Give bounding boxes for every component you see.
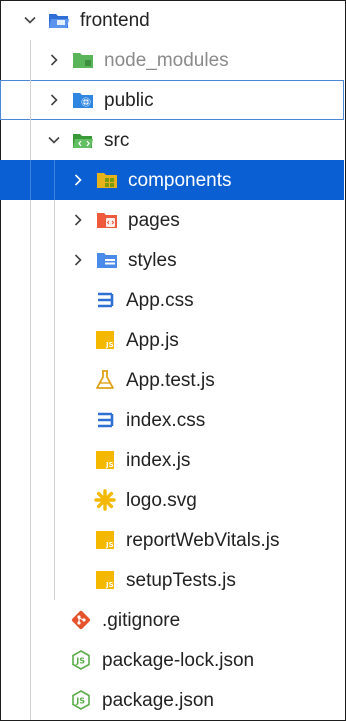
tree-item-app-test-js[interactable]: App.test.js (0, 360, 344, 400)
indent-guide (54, 160, 55, 200)
tree-item-label: components (128, 169, 232, 191)
chevron-right-icon[interactable] (70, 252, 86, 268)
tree-item-label: package-lock.json (102, 649, 255, 671)
indent-guide (30, 600, 31, 640)
indent-guide (54, 240, 55, 280)
indent-guide (54, 360, 55, 400)
svg-text:JS: JS (105, 581, 114, 589)
test-file-icon (94, 370, 116, 390)
indent-guide (30, 320, 31, 360)
indent-guide (30, 200, 31, 240)
js-file-icon: JS (94, 450, 116, 470)
svg-file-icon (94, 489, 116, 511)
indent-guide (30, 360, 31, 400)
indent-guide (54, 400, 55, 440)
folder-icon (96, 170, 118, 190)
chevron-right-icon[interactable] (46, 52, 62, 68)
svg-text:JS: JS (105, 541, 114, 549)
svg-text:JS: JS (105, 341, 114, 349)
indent-guide (30, 680, 31, 720)
indent-guide (30, 120, 31, 160)
tree-item-index-js[interactable]: JS index.js (0, 440, 344, 480)
css-file-icon (94, 410, 116, 430)
js-file-icon: JS (94, 570, 116, 590)
tree-item-label: public (104, 89, 154, 111)
indent-guide (54, 280, 55, 320)
indent-guide (54, 480, 55, 520)
indent-guide (30, 480, 31, 520)
chevron-right-icon[interactable] (70, 212, 86, 228)
tree-item-label: package.json (102, 689, 214, 711)
tree-item-label: App.test.js (126, 369, 215, 391)
tree-item-package-json[interactable]: JS package.json (0, 680, 344, 720)
indent-guide (30, 520, 31, 560)
indent-guide (54, 320, 55, 360)
tree-item-package-lock-json[interactable]: JS package-lock.json (0, 640, 344, 680)
tree-item-frontend[interactable]: frontend (0, 0, 344, 40)
chevron-right-icon[interactable] (70, 172, 86, 188)
indent-guide (30, 40, 31, 80)
css-file-icon (94, 290, 116, 310)
tree-item-label: styles (128, 249, 177, 271)
indent-guide (30, 160, 31, 200)
tree-item-app-js[interactable]: JS App.js (0, 320, 344, 360)
tree-item-setup-tests-js[interactable]: JS setupTests.js (0, 560, 344, 600)
folder-icon (96, 250, 118, 270)
folder-open-icon (72, 130, 94, 150)
tree-item-label: logo.svg (126, 489, 197, 511)
indent-guide (30, 80, 31, 120)
tree-item-src[interactable]: src (0, 120, 344, 160)
chevron-down-icon[interactable] (22, 12, 38, 28)
tree-item-label: index.js (126, 449, 191, 471)
folder-open-icon (48, 10, 70, 30)
tree-item-public[interactable]: public (0, 80, 344, 120)
tree-item-node-modules[interactable]: node_modules (0, 40, 344, 80)
chevron-right-icon[interactable] (46, 92, 62, 108)
indent-guide (30, 560, 31, 600)
indent-guide (30, 400, 31, 440)
svg-text:JS: JS (105, 461, 114, 469)
tree-item-report-web-vitals-js[interactable]: JS reportWebVitals.js (0, 520, 344, 560)
tree-item-label: node_modules (104, 49, 229, 71)
indent-guide (30, 440, 31, 480)
folder-icon (96, 210, 118, 230)
js-file-icon: JS (94, 330, 116, 350)
tree-item-label: App.css (126, 289, 194, 311)
folder-icon (72, 50, 94, 70)
indent-guide (54, 520, 55, 560)
indent-guide (30, 640, 31, 680)
svg-text:JS: JS (75, 657, 85, 666)
js-file-icon: JS (94, 530, 116, 550)
tree-item-label: pages (128, 209, 180, 231)
tree-item-label: src (104, 129, 130, 151)
tree-item-label: App.js (126, 329, 179, 351)
tree-item-label: reportWebVitals.js (126, 529, 280, 551)
folder-icon (72, 90, 94, 110)
tree-item-label: setupTests.js (126, 569, 236, 591)
json-file-icon: JS (70, 650, 92, 670)
indent-guide (30, 280, 31, 320)
indent-guide (54, 200, 55, 240)
tree-item-gitignore[interactable]: .gitignore (0, 600, 344, 640)
tree-item-index-css[interactable]: index.css (0, 400, 344, 440)
chevron-down-icon[interactable] (46, 132, 62, 148)
indent-guide (54, 560, 55, 600)
tree-item-label: index.css (126, 409, 206, 431)
json-file-icon: JS (70, 690, 92, 710)
file-explorer-tree: frontend node_modules public src compone… (0, 0, 344, 720)
tree-item-styles[interactable]: styles (0, 240, 344, 280)
svg-text:JS: JS (75, 697, 85, 706)
tree-item-label: .gitignore (102, 609, 181, 631)
tree-item-label: frontend (80, 9, 150, 31)
tree-item-app-css[interactable]: App.css (0, 280, 344, 320)
indent-guide (30, 240, 31, 280)
git-icon (70, 610, 92, 630)
indent-guide (54, 440, 55, 480)
tree-item-logo-svg[interactable]: logo.svg (0, 480, 344, 520)
tree-item-components[interactable]: components (0, 160, 344, 200)
tree-item-pages[interactable]: pages (0, 200, 344, 240)
